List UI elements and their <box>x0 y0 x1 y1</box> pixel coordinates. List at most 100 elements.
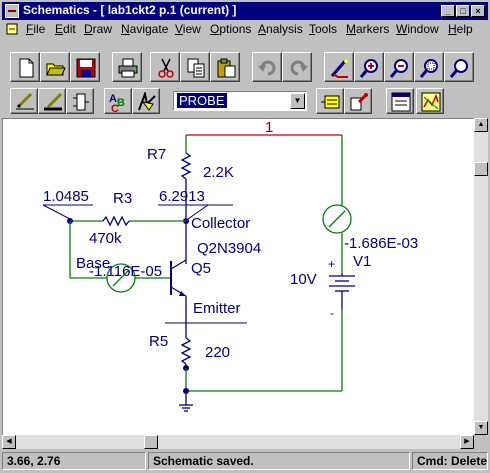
probe-select-value: PROBE <box>177 93 227 108</box>
status-message: Schematic saved. <box>148 452 410 470</box>
zoom-area-icon <box>420 59 438 78</box>
open-icon <box>46 63 66 76</box>
zoom-in-button[interactable] <box>354 52 384 82</box>
horizontal-scrollbar[interactable]: ◀ ▶ <box>2 435 474 449</box>
transistor-model[interactable]: Q2N3904 <box>197 240 261 257</box>
menu-edit[interactable]: Edit <box>55 22 76 36</box>
save-button[interactable] <box>70 52 100 82</box>
probe-icon <box>421 92 441 112</box>
q5-collector <box>170 259 187 270</box>
menu-view[interactable]: View <box>175 22 201 36</box>
zoom-fit-button[interactable] <box>444 52 474 82</box>
redo-button[interactable] <box>282 52 312 82</box>
edit-attributes-button[interactable] <box>316 88 344 114</box>
document-icon[interactable] <box>6 23 18 35</box>
vertical-scrollbar[interactable]: ▲ ▼ <box>474 118 488 435</box>
new-icon <box>19 58 34 78</box>
draw-wire-button[interactable] <box>10 88 38 114</box>
r5-name[interactable]: R5 <box>149 333 168 350</box>
zoom-out-button[interactable] <box>384 52 414 82</box>
scroll-up-icon[interactable]: ▲ <box>474 118 488 132</box>
redraw-icon <box>330 59 348 78</box>
vertical-scroll-thumb[interactable] <box>474 162 488 176</box>
copy-icon <box>187 58 205 78</box>
draw-bus-icon <box>44 92 63 111</box>
r5-value[interactable]: 220 <box>205 344 230 361</box>
spell-check-icon: A BC <box>109 93 125 112</box>
redraw-button[interactable] <box>324 52 354 82</box>
close-button[interactable]: × <box>471 5 485 17</box>
scroll-left-icon[interactable]: ◀ <box>2 435 16 449</box>
zoom-area-button[interactable] <box>414 52 444 82</box>
collector-voltage[interactable]: 6.2913 <box>159 188 205 205</box>
status-command: Cmd: Delete <box>412 452 488 470</box>
menu-draw[interactable]: Draw <box>84 22 112 36</box>
menu-bar: File Edit Draw Navigate View Options Ana… <box>2 20 488 38</box>
app-icon[interactable] <box>5 4 19 18</box>
emitter-label[interactable]: Emitter <box>193 300 241 317</box>
menu-help[interactable]: Help <box>448 22 473 36</box>
base-current[interactable]: -1.116E-05 <box>89 263 162 280</box>
redo-icon <box>290 60 308 76</box>
print-button[interactable] <box>112 52 142 82</box>
schematic-drawing <box>42 134 355 412</box>
draw-block-button[interactable] <box>66 88 94 114</box>
schematics-window: Schematics - [ lab1ckt2 p.1 (current) ] … <box>0 0 490 473</box>
zoom-out-icon <box>390 59 408 78</box>
setup-probe-button[interactable] <box>344 88 372 114</box>
base-voltage-pointer <box>42 204 71 220</box>
new-button[interactable] <box>10 52 40 82</box>
probe-select[interactable]: PROBE ▼ <box>173 91 307 111</box>
scrollbar-corner <box>474 435 488 449</box>
menu-window[interactable]: Window <box>396 22 439 36</box>
scroll-right-icon[interactable]: ▶ <box>460 435 474 449</box>
r3-resistor[interactable] <box>102 215 130 227</box>
r3-value[interactable]: 470k <box>89 230 122 247</box>
menu-tools[interactable]: Tools <box>309 22 337 36</box>
draw-bus-button[interactable] <box>38 88 66 114</box>
schematic-canvas[interactable]: 1 R7 2.2K 6.2913 1.0485 R3 470k Collecto… <box>2 118 474 435</box>
scroll-down-icon[interactable]: ▼ <box>474 421 488 435</box>
simulate-button[interactable] <box>386 88 414 114</box>
minimize-button[interactable]: _ <box>441 5 455 17</box>
paste-button[interactable] <box>210 52 240 82</box>
spell-check-button[interactable]: ABC <box>104 88 132 114</box>
save-icon <box>76 58 96 78</box>
cut-button[interactable] <box>150 52 180 82</box>
r5-resistor[interactable] <box>180 337 192 365</box>
menu-analysis[interactable]: Analysis <box>258 22 303 36</box>
source-current[interactable]: -1.686E-03 <box>344 235 418 252</box>
draw-block-icon <box>73 93 89 111</box>
undo-icon <box>258 60 276 76</box>
menu-file[interactable]: File <box>26 22 45 36</box>
chevron-down-icon[interactable]: ▼ <box>290 93 305 109</box>
horizontal-scroll-thumb[interactable] <box>144 435 158 449</box>
simulate-icon <box>391 92 411 112</box>
transistor-name[interactable]: Q5 <box>191 260 211 277</box>
collector-label[interactable]: Collector <box>191 215 250 232</box>
base-voltage[interactable]: 1.0485 <box>43 188 89 205</box>
source-name[interactable]: V1 <box>353 253 371 270</box>
svg-text:C: C <box>111 103 119 112</box>
menu-navigate[interactable]: Navigate <box>121 22 168 36</box>
maximize-button[interactable]: □ <box>456 5 470 17</box>
copy-button[interactable] <box>180 52 210 82</box>
source-value[interactable]: 10V <box>290 271 317 288</box>
cut-icon <box>158 58 174 78</box>
menu-markers[interactable]: Markers <box>346 22 389 36</box>
get-part-button[interactable] <box>132 88 160 114</box>
node-1-label[interactable]: 1 <box>265 119 273 136</box>
print-icon <box>118 58 138 78</box>
window-title: Schematics - [ lab1ckt2 p.1 (current) ] <box>23 3 237 17</box>
title-bar[interactable]: Schematics - [ lab1ckt2 p.1 (current) ] … <box>2 2 488 20</box>
r7-resistor[interactable] <box>180 152 192 180</box>
open-button[interactable] <box>40 52 70 82</box>
r7-value[interactable]: 2.2K <box>203 164 234 181</box>
undo-button[interactable] <box>252 52 282 82</box>
menu-options[interactable]: Options <box>210 22 251 36</box>
r7-name[interactable]: R7 <box>147 146 166 163</box>
probe-button[interactable] <box>416 88 444 114</box>
draw-wire-icon <box>16 92 34 110</box>
r3-name[interactable]: R3 <box>113 190 132 207</box>
zoom-fit-icon <box>450 59 468 78</box>
